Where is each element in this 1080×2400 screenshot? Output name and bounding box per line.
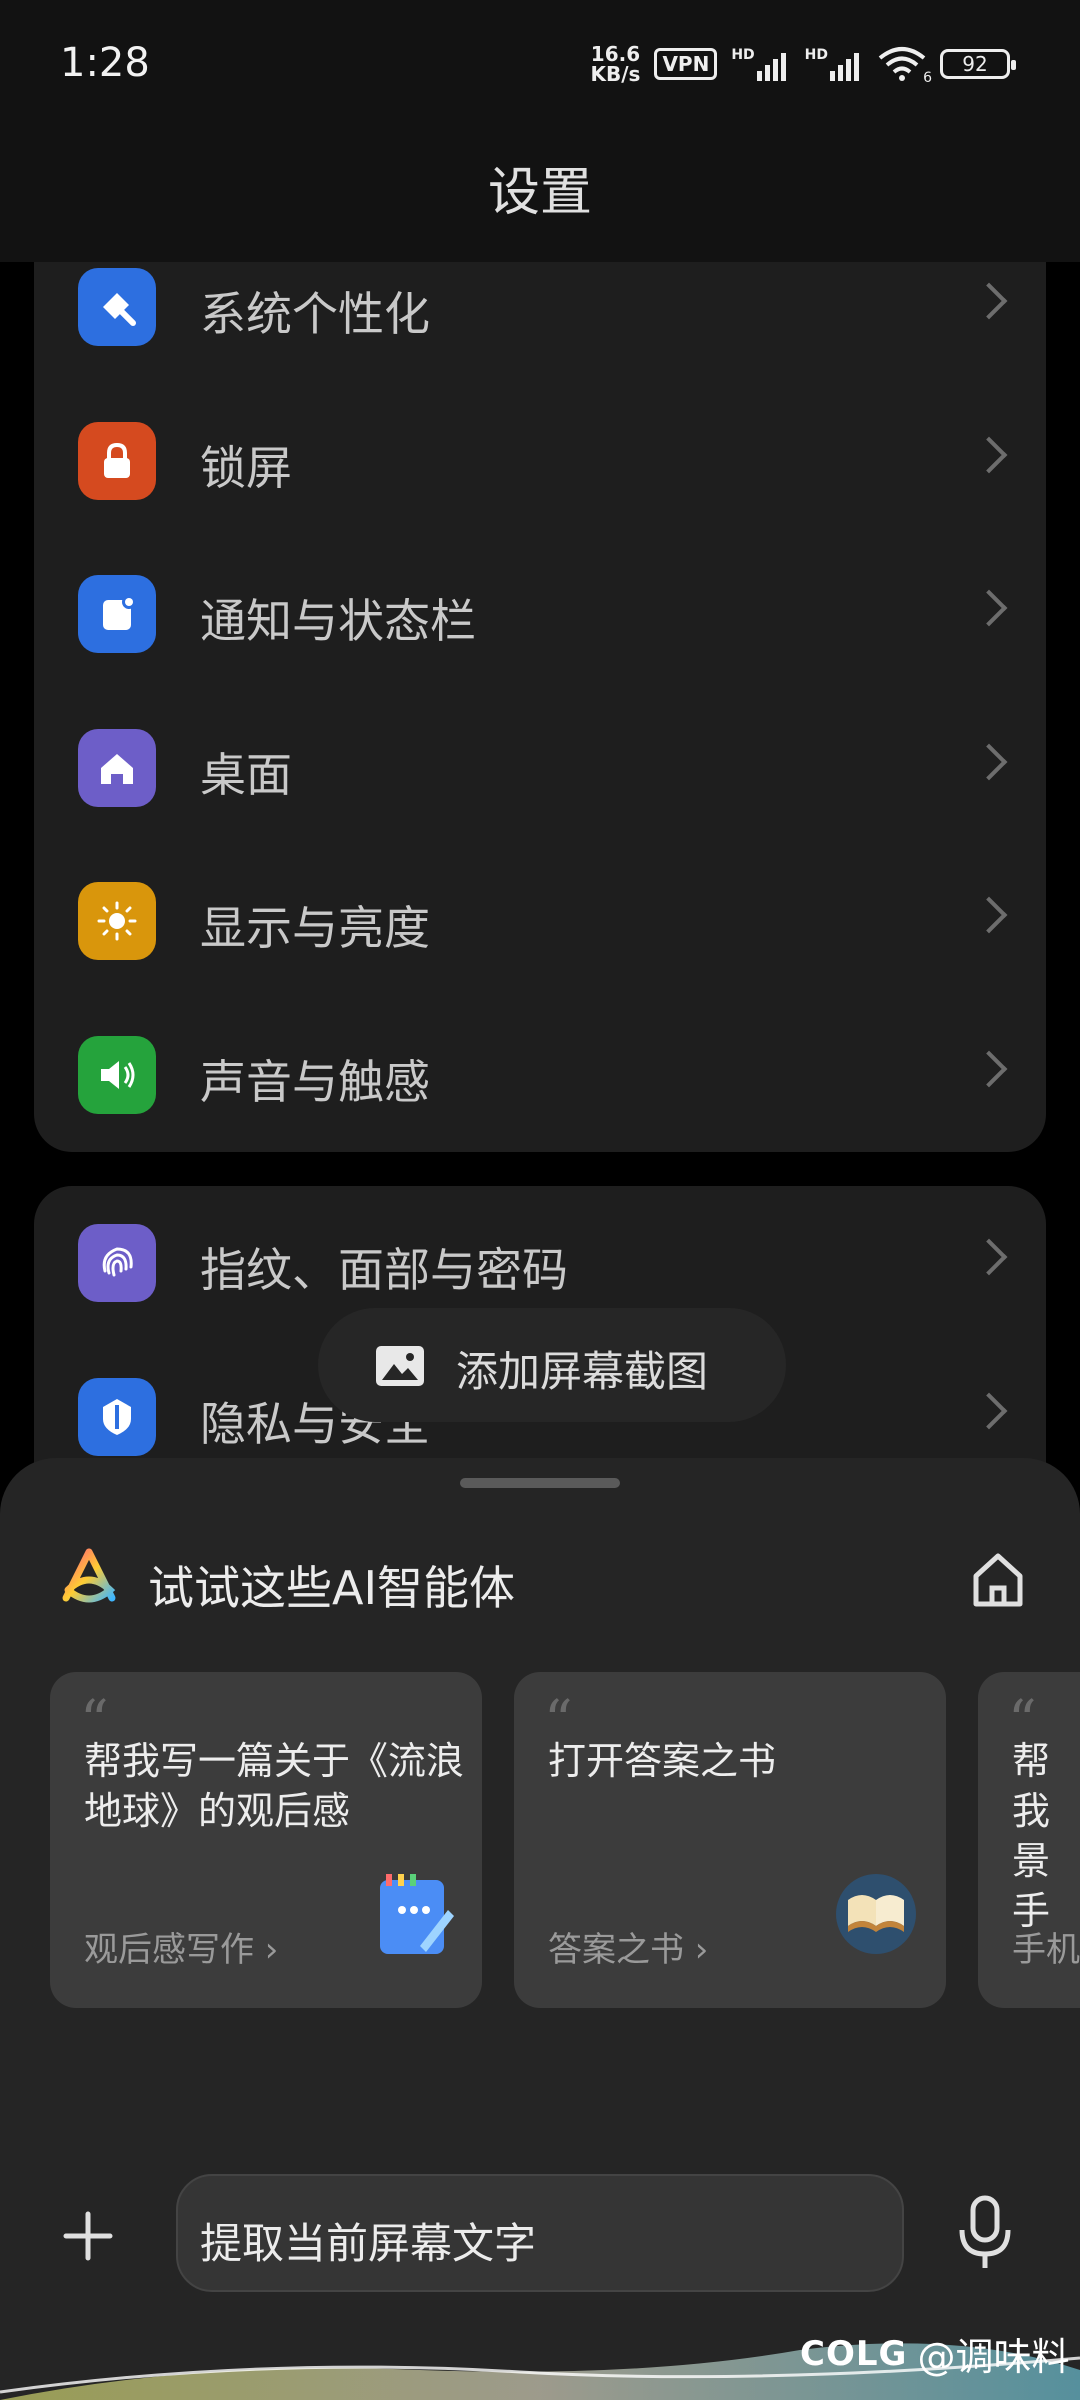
suggestion-text: 打开答案之书 bbox=[548, 1739, 777, 1783]
fingerprint-icon bbox=[78, 1224, 156, 1302]
speed-value: 16.6 bbox=[590, 42, 641, 66]
settings-item-label: 通知与状态栏 bbox=[200, 594, 476, 648]
speed-unit: KB/s bbox=[590, 62, 641, 86]
paintbrush-icon bbox=[78, 268, 156, 346]
settings-item-sun[interactable]: 显示与亮度 bbox=[34, 844, 1044, 998]
suggestion-tag[interactable]: 答案之书 › bbox=[548, 1922, 708, 1971]
home-outline-icon[interactable] bbox=[968, 1550, 1028, 1614]
plus-icon[interactable] bbox=[60, 2208, 116, 2264]
ai-prompt-input[interactable]: 提取当前屏幕文字 bbox=[176, 2174, 904, 2292]
settings-item-label: 声音与触感 bbox=[200, 1054, 430, 1109]
settings-item-label: 系统个性化 bbox=[200, 287, 430, 341]
settings-item-speaker[interactable]: 声音与触感 bbox=[34, 998, 1044, 1152]
battery-icon: 92 bbox=[940, 49, 1016, 79]
page-title: 设置 bbox=[487, 163, 592, 223]
hd-label-2: HD bbox=[804, 47, 828, 63]
ai-sheet-title: 试试这些AI智能体 bbox=[148, 1561, 516, 1615]
settings-item-label: 指纹、面部与密码 bbox=[200, 1243, 568, 1297]
wifi-number: 6 bbox=[923, 70, 932, 86]
suggestion-card-1[interactable]: “ 帮我写一篇关于《流浪地球》的观后感 观后感写作 › bbox=[50, 1672, 482, 2008]
ai-prompt-text: 提取当前屏幕文字 bbox=[200, 2219, 537, 2268]
chevron-right-icon bbox=[970, 1050, 1008, 1087]
chevron-right-icon bbox=[970, 436, 1008, 473]
chevron-right-icon bbox=[970, 1392, 1008, 1429]
sun-icon bbox=[78, 882, 156, 960]
settings-item-label: 显示与亮度 bbox=[200, 901, 430, 955]
signal-icon-1: HD bbox=[731, 47, 790, 81]
wifi-icon: 6 bbox=[878, 46, 932, 86]
suggestion-card-2[interactable]: “ 打开答案之书 答案之书 › bbox=[514, 1672, 946, 2008]
chevron-right-icon bbox=[970, 743, 1008, 780]
status-time: 1:28 bbox=[60, 40, 150, 86]
lock-icon bbox=[78, 421, 156, 500]
suggestion-tag[interactable]: 观后感写作 › bbox=[84, 1922, 278, 1971]
settings-item-home[interactable]: 桌面 bbox=[34, 691, 1044, 845]
watermark-handle: @调味料 bbox=[917, 2335, 1070, 2379]
settings-item-label: 桌面 bbox=[200, 747, 292, 802]
notepad-icon bbox=[376, 1870, 456, 1962]
add-screenshot-label: 添加屏幕截图 bbox=[456, 1347, 709, 1396]
image-icon bbox=[374, 1344, 426, 1392]
vpn-badge: VPN bbox=[654, 48, 718, 80]
chevron-right-icon bbox=[970, 1238, 1008, 1276]
signal-icon-2: HD bbox=[805, 47, 864, 81]
microphone-icon[interactable] bbox=[950, 2194, 1020, 2274]
home-icon bbox=[78, 728, 156, 807]
hd-label-1: HD bbox=[731, 47, 755, 63]
chevron-right-icon bbox=[970, 896, 1008, 934]
chevron-right-icon bbox=[970, 589, 1008, 627]
speaker-icon bbox=[78, 1035, 156, 1114]
notification-icon bbox=[78, 575, 156, 653]
sheet-drag-handle[interactable] bbox=[460, 1478, 620, 1488]
settings-item-notification[interactable]: 通知与状态栏 bbox=[34, 537, 1044, 691]
settings-item-label: 锁屏 bbox=[200, 440, 292, 495]
book-icon bbox=[834, 1872, 918, 1960]
shield-icon bbox=[78, 1377, 156, 1456]
settings-item-lock[interactable]: 锁屏 bbox=[34, 384, 1044, 538]
suggestion-text: 帮我景手 bbox=[1012, 1739, 1051, 1933]
watermark: COLG @调味料 bbox=[800, 2326, 1069, 2381]
add-screenshot-button[interactable]: 添加屏幕截图 bbox=[318, 1308, 786, 1422]
watermark-brand: COLG bbox=[800, 2333, 908, 2374]
suggestion-card-3[interactable]: “ 帮我景手 手机 bbox=[978, 1672, 1080, 2008]
suggestion-tag[interactable]: 手机 bbox=[1012, 1922, 1080, 1971]
chevron-right-icon bbox=[970, 282, 1008, 320]
status-icons: 16.6 KB/s VPN HD HD 6 92 bbox=[590, 44, 1016, 86]
network-speed: 16.6 KB/s bbox=[590, 44, 640, 84]
suggestion-text: 帮我写一篇关于《流浪地球》的观后感 bbox=[84, 1739, 465, 1833]
ai-logo-icon bbox=[56, 1546, 122, 1612]
